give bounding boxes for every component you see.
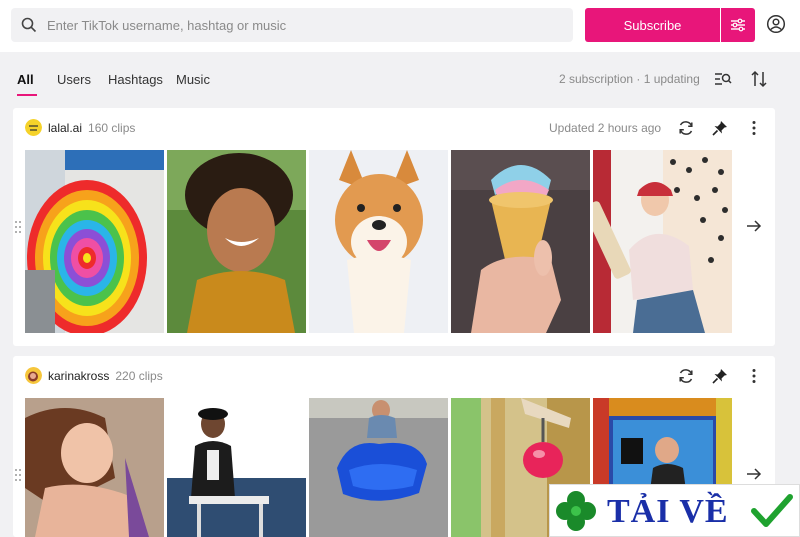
video-thumbnail[interactable] <box>25 398 164 537</box>
search-bar[interactable] <box>11 8 573 42</box>
feed-username[interactable]: lalal.ai 160 clips <box>48 121 135 135</box>
feed-card: lalal.ai 160 clips Updated 2 hours ago <box>13 108 775 346</box>
refresh-icon[interactable] <box>677 367 695 385</box>
more-options-icon[interactable] <box>745 119 763 137</box>
pin-icon[interactable] <box>711 367 729 385</box>
pin-icon[interactable] <box>711 119 729 137</box>
arrow-right-icon[interactable] <box>745 465 763 483</box>
watermark-text: TẢI VỀ <box>607 493 729 530</box>
download-watermark: TẢI VỀ <box>549 484 800 537</box>
sliders-icon <box>731 18 745 32</box>
refresh-icon[interactable] <box>677 119 695 137</box>
list-search-icon[interactable] <box>714 70 732 88</box>
active-tab-indicator <box>17 94 37 96</box>
sort-icon[interactable] <box>750 70 768 88</box>
top-bar: Subscribe <box>0 0 800 52</box>
avatar[interactable] <box>25 367 42 384</box>
video-thumbnail[interactable] <box>309 398 448 537</box>
video-thumbnail[interactable] <box>167 150 306 333</box>
more-options-icon[interactable] <box>745 367 763 385</box>
drag-handle-icon[interactable] <box>14 468 22 482</box>
tab-all[interactable]: All <box>17 72 34 87</box>
subscription-status: 2 subscription · 1 updating <box>559 72 700 86</box>
video-thumbnail[interactable] <box>593 150 732 333</box>
drag-handle-icon[interactable] <box>14 220 22 234</box>
feed-header: lalal.ai 160 clips Updated 2 hours ago <box>13 108 775 148</box>
checkmark-icon <box>751 494 793 527</box>
search-icon <box>21 17 37 33</box>
arrow-right-icon[interactable] <box>745 217 763 235</box>
tab-music[interactable]: Music <box>176 72 210 87</box>
video-thumbnail[interactable] <box>451 150 590 333</box>
tab-hashtags[interactable]: Hashtags <box>108 72 163 87</box>
video-thumbnail[interactable] <box>167 398 306 537</box>
feed-header: karinakross 220 clips <box>13 356 775 396</box>
account-icon[interactable] <box>766 14 786 34</box>
avatar[interactable] <box>25 119 42 136</box>
filter-settings-button[interactable] <box>721 8 755 42</box>
clip-count: 160 clips <box>88 121 136 135</box>
video-thumbnail[interactable] <box>25 150 164 333</box>
updated-status: Updated 2 hours ago <box>549 121 662 135</box>
clover-icon <box>556 491 596 531</box>
clip-count: 220 clips <box>115 369 163 383</box>
feed-username[interactable]: karinakross 220 clips <box>48 369 163 383</box>
search-input[interactable] <box>47 17 547 33</box>
tab-users[interactable]: Users <box>57 72 91 87</box>
subscribe-button[interactable]: Subscribe <box>585 8 720 42</box>
video-thumbnail[interactable] <box>309 150 448 333</box>
filter-tabs: All Users Hashtags Music 2 subscription … <box>0 62 800 98</box>
